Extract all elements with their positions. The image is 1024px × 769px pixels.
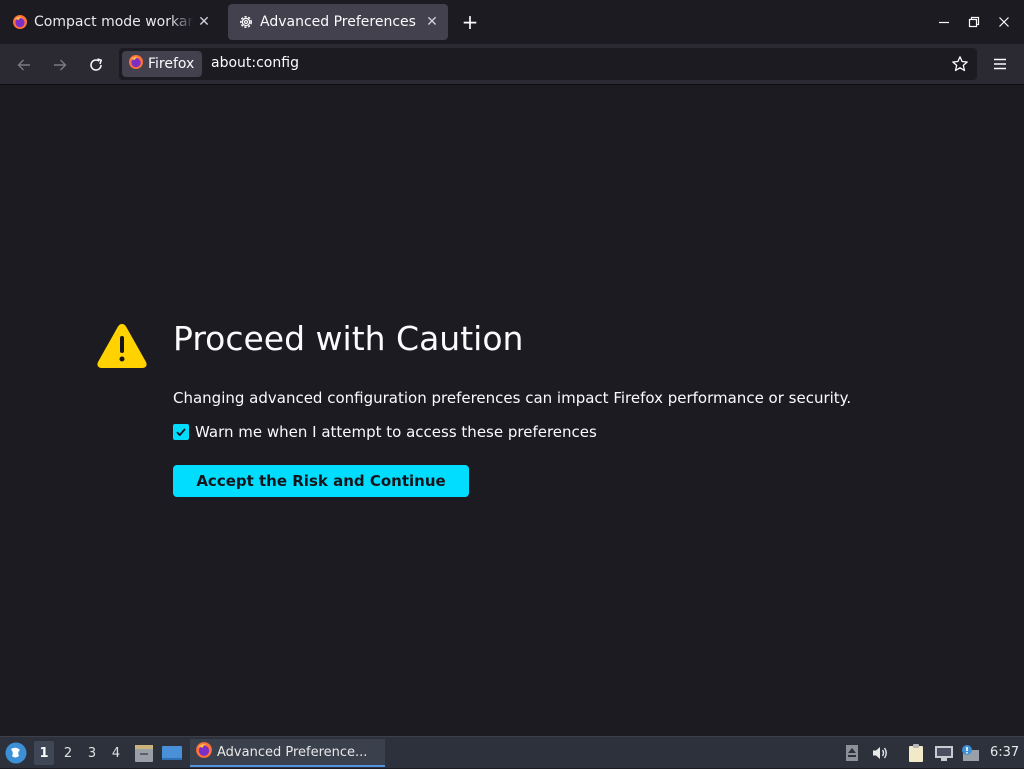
task-label: Advanced Preference... [217, 744, 368, 760]
close-tab-icon[interactable]: ✕ [422, 12, 442, 32]
volume-icon[interactable] [870, 743, 890, 763]
gear-icon [238, 14, 254, 30]
warning-icon [96, 322, 148, 370]
identity-label: Firefox [148, 56, 195, 72]
page-content: Proceed with Caution Changing advanced c… [0, 85, 1024, 736]
clipboard-icon[interactable] [906, 743, 926, 763]
tab-advanced-preferences[interactable]: Advanced Preferences ✕ [228, 4, 448, 40]
hamburger-menu-icon[interactable] [988, 52, 1012, 76]
taskbar-firefox-task[interactable]: Advanced Preference... [190, 739, 385, 767]
new-tab-button[interactable]: + [458, 10, 482, 34]
system-taskbar: 1 2 3 4 Advanced Preference... 6:37 [0, 736, 1024, 768]
url-text[interactable]: about:config [211, 55, 299, 71]
workspace-3[interactable]: 3 [82, 741, 102, 765]
tab-strip: Compact mode workaround ✕ Advanced Prefe… [0, 0, 1024, 44]
firefox-icon [12, 14, 28, 30]
url-bar[interactable]: Firefox about:config [119, 48, 977, 80]
close-tab-icon[interactable]: ✕ [194, 12, 214, 32]
restore-icon[interactable] [964, 12, 984, 32]
bookmark-star-icon[interactable] [949, 53, 971, 75]
tab-label: Compact mode workaround [34, 14, 194, 30]
minimize-icon[interactable] [934, 12, 954, 32]
reload-icon[interactable] [83, 52, 109, 78]
network-icon[interactable] [934, 743, 954, 763]
warn-checkbox-label: Warn me when I attempt to access these p… [195, 423, 597, 441]
eject-icon[interactable] [842, 743, 862, 763]
tab-label: Advanced Preferences [260, 14, 416, 30]
warn-checkbox-row[interactable]: Warn me when I attempt to access these p… [173, 423, 597, 441]
workspace-1[interactable]: 1 [34, 741, 54, 765]
workspace-4[interactable]: 4 [106, 741, 126, 765]
start-menu-icon[interactable] [4, 741, 28, 765]
firefox-icon [128, 54, 144, 74]
back-arrow-icon[interactable] [11, 52, 37, 78]
navigation-toolbar: Firefox about:config [0, 44, 1024, 85]
file-manager-icon[interactable] [133, 742, 155, 764]
firefox-icon [195, 741, 213, 763]
clock[interactable]: 6:37 [990, 745, 1019, 760]
forward-arrow-icon[interactable] [47, 52, 73, 78]
page-title: Proceed with Caution [173, 319, 524, 358]
accept-risk-button[interactable]: Accept the Risk and Continue [173, 465, 469, 497]
close-icon[interactable] [994, 12, 1014, 32]
warn-checkbox[interactable] [173, 424, 189, 440]
workspace-2[interactable]: 2 [58, 741, 78, 765]
notification-icon[interactable] [960, 743, 980, 763]
desktop-icon[interactable] [161, 742, 183, 764]
tab-compact-mode[interactable]: Compact mode workaround ✕ [2, 4, 220, 40]
warning-description: Changing advanced configuration preferen… [173, 389, 852, 407]
identity-box[interactable]: Firefox [122, 51, 203, 77]
